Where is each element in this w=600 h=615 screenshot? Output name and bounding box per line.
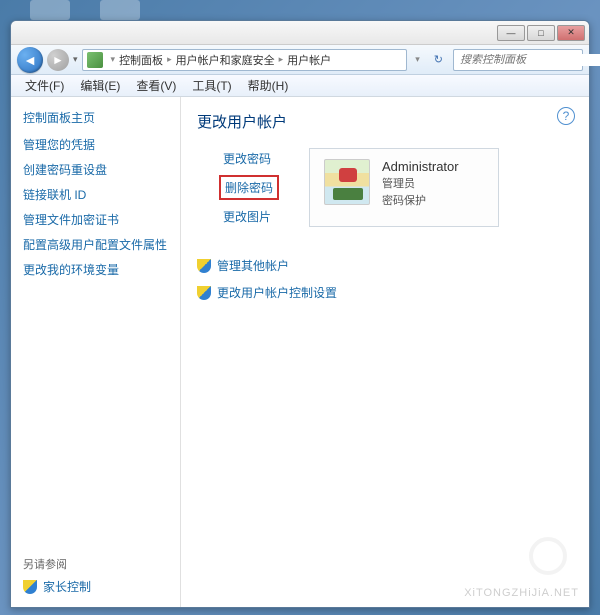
action-change-password[interactable]: 更改密码 [219,148,279,169]
sidebar: 控制面板主页 管理您的凭据 创建密码重设盘 链接联机 ID 管理文件加密证书 配… [11,97,181,607]
breadcrumb-sep: ▸ [167,54,172,65]
titlebar: — □ ✕ [11,21,589,45]
navigation-bar: ◄ ► ▾ ▾ 控制面板 ▸ 用户帐户和家庭安全 ▸ 用户帐户 ▾ ↻ 🔍 [11,45,589,75]
secondary-links: 管理其他帐户 更改用户帐户控制设置 [197,257,573,301]
account-info: Administrator 管理员 密码保护 [382,159,459,208]
desktop-icon [30,0,70,20]
close-button[interactable]: ✕ [557,25,585,41]
breadcrumb-sep: ▾ [111,54,116,65]
account-role: 管理员 [382,175,459,191]
watermark-logo [519,537,569,577]
watermark-text: XiTONGZHiJiA.NET [464,587,579,599]
link-manage-other-accounts[interactable]: 管理其他帐户 [197,257,573,274]
breadcrumb-item-users-family[interactable]: 用户帐户和家庭安全 [176,52,275,68]
parental-control-label: 家长控制 [43,578,91,595]
menu-edit[interactable]: 编辑(E) [72,75,128,96]
menu-bar: 文件(F) 编辑(E) 查看(V) 工具(T) 帮助(H) [11,75,589,97]
main-panel: ? 更改用户帐户 更改密码 删除密码 更改图片 Administrator 管理… [181,97,589,607]
nav-forward-button[interactable]: ► [47,49,69,71]
nav-history-dropdown[interactable]: ▾ [73,54,78,65]
menu-tools[interactable]: 工具(T) [184,75,239,96]
shield-icon [23,580,37,594]
sidebar-link-advanced-profile[interactable]: 配置高级用户配置文件属性 [23,236,168,253]
help-icon[interactable]: ? [557,107,575,125]
sidebar-home-link[interactable]: 控制面板主页 [23,109,168,126]
nav-back-button[interactable]: ◄ [17,47,43,73]
see-also-label: 另请参阅 [23,556,168,572]
menu-view[interactable]: 查看(V) [128,75,184,96]
menu-file[interactable]: 文件(F) [17,75,72,96]
breadcrumb-item-control-panel[interactable]: 控制面板 [119,52,163,68]
control-panel-window: — □ ✕ ◄ ► ▾ ▾ 控制面板 ▸ 用户帐户和家庭安全 ▸ 用户帐户 ▾ … [10,20,590,608]
link-change-uac[interactable]: 更改用户帐户控制设置 [197,284,573,301]
page-title: 更改用户帐户 [197,111,573,132]
sidebar-link-online-id[interactable]: 链接联机 ID [23,186,168,203]
shield-icon [197,259,211,273]
account-card: Administrator 管理员 密码保护 [309,148,499,227]
breadcrumb-sep: ▸ [279,54,284,65]
sidebar-link-password-reset-disk[interactable]: 创建密码重设盘 [23,161,168,178]
breadcrumb-dropdown[interactable]: ▾ [415,54,420,65]
sidebar-links: 管理您的凭据 创建密码重设盘 链接联机 ID 管理文件加密证书 配置高级用户配置… [23,136,168,278]
manage-other-label: 管理其他帐户 [217,257,289,274]
change-uac-label: 更改用户帐户控制设置 [217,284,337,301]
sidebar-link-credentials[interactable]: 管理您的凭据 [23,136,168,153]
desktop-icon [100,0,140,20]
action-change-picture[interactable]: 更改图片 [219,206,279,227]
breadcrumb[interactable]: ▾ 控制面板 ▸ 用户帐户和家庭安全 ▸ 用户帐户 [82,49,408,71]
maximize-button[interactable]: □ [527,25,555,41]
shield-icon [197,286,211,300]
search-box[interactable]: 🔍 [453,49,583,71]
action-links: 更改密码 删除密码 更改图片 [197,148,279,227]
sidebar-link-parental-control[interactable]: 家长控制 [23,578,168,595]
control-panel-icon [87,52,103,68]
content-area: 控制面板主页 管理您的凭据 创建密码重设盘 链接联机 ID 管理文件加密证书 配… [11,97,589,607]
minimize-button[interactable]: — [497,25,525,41]
account-password-status: 密码保护 [382,192,459,208]
search-input[interactable] [458,54,600,66]
account-name: Administrator [382,159,459,174]
sidebar-link-env-vars[interactable]: 更改我的环境变量 [23,261,168,278]
refresh-button[interactable]: ↻ [428,53,449,66]
sidebar-link-encryption-certs[interactable]: 管理文件加密证书 [23,211,168,228]
breadcrumb-item-user-accounts[interactable]: 用户帐户 [287,52,331,68]
menu-help[interactable]: 帮助(H) [240,75,297,96]
avatar [324,159,370,205]
action-delete-password[interactable]: 删除密码 [219,175,279,200]
